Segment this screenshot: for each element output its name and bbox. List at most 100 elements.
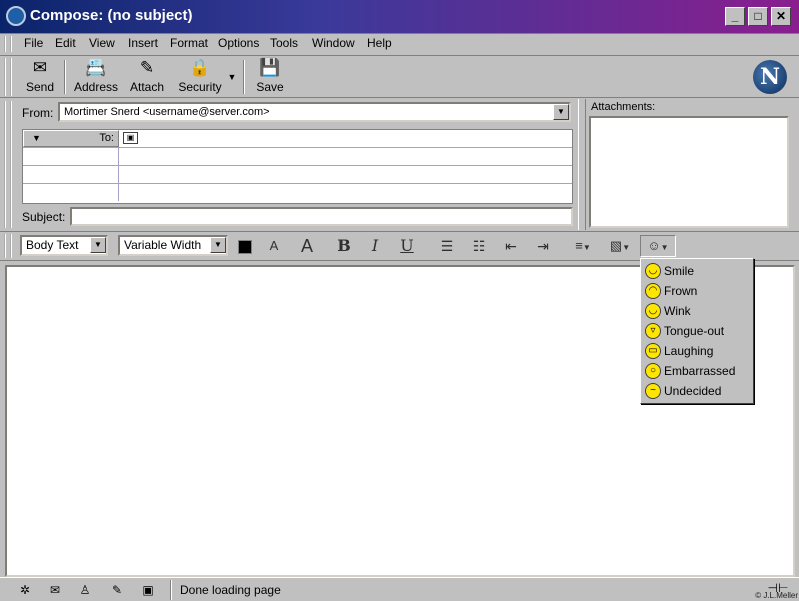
- decrease-indent-button[interactable]: ⇤: [501, 235, 521, 257]
- emoticon-item-smile[interactable]: ◡ Smile: [643, 261, 751, 281]
- recipient-grid[interactable]: ▼ To: ▣: [22, 129, 573, 204]
- subject-label: Subject:: [22, 210, 66, 224]
- alignment-button[interactable]: ≡▼: [569, 235, 597, 257]
- from-select[interactable]: Mortimer Snerd <username@server.com> ▼: [58, 102, 571, 122]
- send-icon: ✉: [32, 58, 48, 77]
- tongue-out-icon: ▿: [645, 323, 661, 339]
- navigator-icon[interactable]: ✲: [16, 582, 34, 598]
- maximize-button[interactable]: □: [748, 7, 768, 26]
- recipient-row[interactable]: [23, 184, 572, 202]
- menu-help[interactable]: Help: [367, 36, 392, 50]
- emoticon-item-tongue-out[interactable]: ▿ Tongue-out: [643, 321, 751, 341]
- attachments-label: Attachments:: [591, 101, 656, 113]
- insert-image-icon: ▧: [609, 238, 623, 253]
- address-book-icon[interactable]: ▣: [139, 582, 157, 598]
- address-area-grip[interactable]: [4, 101, 12, 228]
- chevron-down-icon[interactable]: ▼: [90, 237, 106, 253]
- paragraph-style-select[interactable]: Body Text ▼: [20, 235, 108, 256]
- menu-insert[interactable]: Insert: [128, 36, 158, 50]
- save-button[interactable]: 💾 Save: [253, 58, 287, 96]
- emoticon-label: Tongue-out: [664, 324, 725, 338]
- menu-bar: File Edit View Insert Format Options Too…: [0, 34, 799, 54]
- lock-icon: 🔒: [189, 58, 211, 77]
- underline-button[interactable]: U: [397, 235, 417, 257]
- recipient-row[interactable]: [23, 148, 572, 166]
- recipient-type-cell[interactable]: [23, 166, 119, 183]
- emoticon-item-undecided[interactable]: ~ Undecided: [643, 381, 751, 401]
- attachment-splitter[interactable]: [578, 99, 586, 230]
- address-button[interactable]: 📇 Address: [74, 58, 118, 96]
- chevron-down-icon: ▼: [622, 243, 631, 252]
- emoticon-item-wink[interactable]: ◡ Wink: [643, 301, 751, 321]
- send-button[interactable]: ✉ Send: [22, 58, 58, 96]
- emoticon-item-laughing[interactable]: ▭ Laughing: [643, 341, 751, 361]
- insert-object-button[interactable]: ▧▼: [604, 235, 636, 257]
- close-button[interactable]: ✕: [771, 7, 791, 26]
- chevron-down-icon: ▼: [582, 243, 591, 252]
- toolbar-grip[interactable]: [4, 58, 12, 96]
- recipient-type-cell[interactable]: [23, 148, 119, 165]
- increase-font-size-button[interactable]: A: [296, 235, 318, 257]
- recipient-type-select[interactable]: ▼ To:: [23, 130, 119, 147]
- menu-options[interactable]: Options: [218, 36, 259, 50]
- wink-icon: ◡: [645, 303, 661, 319]
- recipient-row[interactable]: [23, 166, 572, 184]
- chevron-down-icon: ▼: [32, 133, 41, 143]
- menu-window[interactable]: Window: [312, 36, 355, 50]
- smiley-icon: ☺: [647, 238, 661, 253]
- attach-button[interactable]: ✎ Attach: [128, 58, 166, 96]
- title-bar: Compose: (no subject) _ □ ✕: [0, 0, 799, 34]
- send-label: Send: [25, 80, 55, 94]
- numbered-list-icon: ☷: [472, 238, 486, 254]
- increase-indent-button[interactable]: ⇥: [533, 235, 553, 257]
- save-label: Save: [256, 80, 284, 94]
- menu-tools[interactable]: Tools: [270, 36, 298, 50]
- from-value: Mortimer Snerd <username@server.com>: [64, 106, 270, 118]
- paperclip-icon: ✎: [139, 58, 155, 77]
- menu-bar-grip[interactable]: [4, 36, 12, 52]
- laughing-icon: ▭: [645, 343, 661, 359]
- numbered-list-button[interactable]: ☷: [469, 235, 489, 257]
- format-toolbar-grip[interactable]: [4, 234, 12, 258]
- recipient-row[interactable]: ▼ To: ▣: [23, 130, 572, 148]
- instant-messenger-icon[interactable]: ♙: [76, 582, 94, 598]
- mail-icon[interactable]: ✉: [46, 582, 64, 598]
- subject-input[interactable]: [70, 207, 573, 226]
- bullet-list-icon: ☰: [440, 238, 454, 254]
- emoticon-item-frown[interactable]: ◠ Frown: [643, 281, 751, 301]
- security-button[interactable]: 🔒 Security: [176, 58, 224, 96]
- security-label: Security: [178, 80, 222, 94]
- bulleted-list-button[interactable]: ☰: [437, 235, 457, 257]
- status-bar: ✲ ✉ ♙ ✎ ▣ Done loading page ⊣⊢ © J.L.Mel…: [0, 577, 799, 601]
- italic-button[interactable]: I: [365, 235, 385, 257]
- outdent-icon: ⇤: [505, 238, 517, 254]
- minimize-button[interactable]: _: [725, 7, 745, 26]
- decrease-font-size-button[interactable]: A: [264, 235, 284, 257]
- bold-button[interactable]: B: [334, 235, 354, 257]
- emoticon-menu: ◡ Smile ◠ Frown ◡ Wink ▿ Tongue-out ▭ La…: [640, 258, 754, 404]
- text-color-button[interactable]: [235, 235, 255, 257]
- main-toolbar: ✉ Send 📇 Address ✎ Attach 🔒 Security ▼ 💾…: [0, 55, 799, 98]
- increase-font-icon: A: [300, 236, 313, 256]
- address-book-icon: 📇: [85, 58, 107, 77]
- menu-format[interactable]: Format: [170, 36, 208, 50]
- from-label: From:: [22, 106, 54, 120]
- menu-edit[interactable]: Edit: [55, 36, 76, 50]
- security-dropdown-button[interactable]: ▼: [226, 58, 238, 96]
- emoticon-button[interactable]: ☺▼: [640, 235, 676, 257]
- chevron-down-icon[interactable]: ▼: [553, 104, 569, 120]
- toolbar-separator: [243, 60, 245, 94]
- font-select[interactable]: Variable Width ▼: [118, 235, 228, 256]
- indent-icon: ⇥: [537, 238, 549, 254]
- emoticon-label: Undecided: [664, 384, 722, 398]
- undecided-icon: ~: [645, 383, 661, 399]
- recipient-type-cell[interactable]: [23, 184, 119, 201]
- attachments-list[interactable]: [589, 116, 789, 228]
- emoticon-item-embarrassed[interactable]: ○ Embarrassed: [643, 361, 751, 381]
- composer-icon[interactable]: ✎: [108, 582, 126, 598]
- align-center-icon: ≡: [575, 238, 583, 253]
- chevron-down-icon[interactable]: ▼: [210, 237, 226, 253]
- menu-file[interactable]: File: [24, 36, 43, 50]
- netscape-logo[interactable]: N: [753, 60, 787, 94]
- menu-view[interactable]: View: [89, 36, 115, 50]
